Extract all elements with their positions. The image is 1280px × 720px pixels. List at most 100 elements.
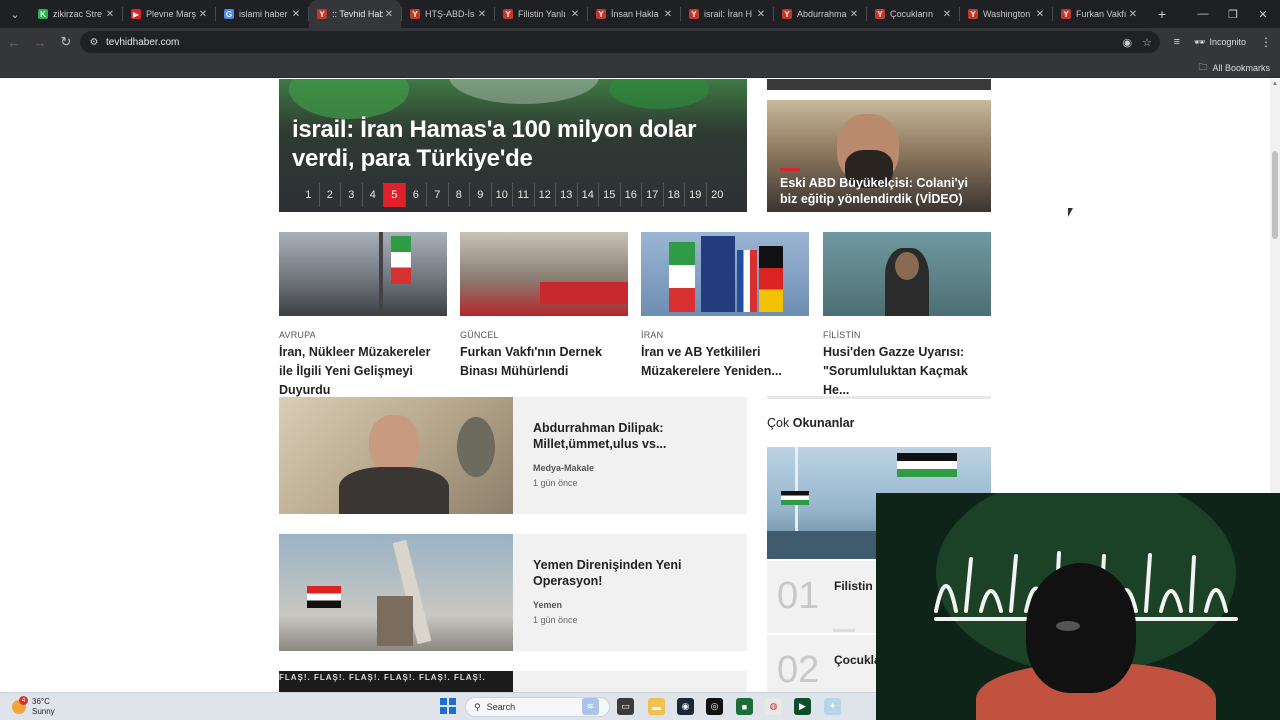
hero-slider[interactable]: israil: İran Hamas'a 100 milyon dolar ve… <box>279 79 747 212</box>
minimize-icon[interactable]: — <box>1186 0 1220 28</box>
article-title[interactable]: Husi'den Gazze Uyarısı: "Sorumluluktan K… <box>823 343 991 400</box>
pagination-item[interactable]: 6 <box>406 183 427 207</box>
address-bar[interactable]: ⚙ tevhidhaber.com ◉ ☆ <box>80 31 1160 53</box>
close-window-icon[interactable]: ✕ <box>1246 0 1280 28</box>
pagination-item[interactable]: 1 <box>298 183 320 207</box>
file-explorer-icon[interactable]: ▬ <box>648 698 665 715</box>
media-app-icon[interactable]: ▶ <box>794 698 811 715</box>
site-info-icon[interactable]: ⚙ <box>86 37 102 48</box>
tab-close-icon[interactable]: ✕ <box>569 9 581 20</box>
task-view-icon[interactable]: ▭ <box>617 698 634 715</box>
tab-close-icon[interactable]: ✕ <box>848 9 860 20</box>
menu-icon[interactable]: ⋮ <box>1260 35 1272 49</box>
tab-close-icon[interactable]: ✕ <box>197 9 209 20</box>
weather-widget[interactable]: 4 36°C Sunny <box>12 696 55 717</box>
reload-icon[interactable]: ↻ <box>54 30 78 54</box>
pagination-item[interactable]: 3 <box>341 183 363 207</box>
pagination-item[interactable]: 14 <box>578 183 599 207</box>
tab-search-icon[interactable]: ⌄ <box>4 3 26 25</box>
article-thumbnail[interactable] <box>279 534 513 651</box>
browser-tab[interactable]: Kzikirzac Stre ✕ <box>30 0 122 28</box>
side-featured-card[interactable]: Eski ABD Büyükelçisi: Colani'yi biz eğit… <box>767 100 991 212</box>
browser-tab[interactable]: Y HTŞ-ABD-İs ✕ <box>402 0 494 28</box>
grid-article[interactable]: FİLİSTİN Husi'den Gazze Uyarısı: "Soruml… <box>823 232 991 400</box>
new-tab-button[interactable]: + <box>1151 6 1173 22</box>
wide-article[interactable]: Yemen Direnişinden Yeni Operasyon! Yemen… <box>279 534 747 651</box>
tracking-protection-icon[interactable]: ◉ <box>1123 36 1133 49</box>
network-app-icon[interactable]: ✦ <box>824 698 841 715</box>
article-title[interactable]: Furkan Vakfı'nın Dernek Binası Mühürlend… <box>460 343 628 381</box>
start-button[interactable] <box>440 698 456 714</box>
pagination-item[interactable]: 20 <box>707 183 729 207</box>
scroll-up-icon[interactable]: ▲ <box>1272 81 1278 87</box>
tab-close-icon[interactable]: ✕ <box>941 9 953 20</box>
side-card-top[interactable] <box>767 79 991 90</box>
tab-search-list-icon[interactable]: ≡ <box>1174 36 1180 48</box>
tab-close-icon[interactable]: ✕ <box>104 9 116 20</box>
incognito-indicator[interactable]: 🕶 Incognito <box>1188 37 1252 48</box>
pagination-item[interactable]: 8 <box>449 183 470 207</box>
tab-close-icon[interactable]: ✕ <box>383 9 395 20</box>
grid-article[interactable]: AVRUPA İran, Nükleer Müzakereler ile İlg… <box>279 232 447 400</box>
article-category[interactable]: FİLİSTİN <box>823 330 991 340</box>
wide-article[interactable]: Abdurrahman Dilipak: Millet,ümmet,ulus v… <box>279 397 747 514</box>
tab-close-icon[interactable]: ✕ <box>1034 9 1046 20</box>
address-url[interactable]: tevhidhaber.com <box>106 37 179 48</box>
chrome-icon[interactable]: ◍ <box>765 698 782 715</box>
tab-close-icon[interactable]: ✕ <box>662 9 674 20</box>
pagination-item[interactable]: 5 <box>384 183 406 207</box>
browser-tab[interactable]: Yisrail: İran H ✕ <box>681 0 773 28</box>
tab-close-icon[interactable]: ✕ <box>755 9 767 20</box>
article-thumbnail[interactable] <box>823 232 991 316</box>
article-title[interactable]: Yemen Direnişinden Yeni Operasyon! <box>533 557 733 589</box>
browser-tab[interactable]: Y Filistin Yanlı ✕ <box>495 0 587 28</box>
browser-tab[interactable]: Y:: Tevhid Hab ✕ <box>309 0 401 28</box>
article-thumbnail[interactable] <box>641 232 809 316</box>
browser-tab[interactable]: Y İnsan Hakla ✕ <box>588 0 680 28</box>
grid-article[interactable]: GÜNCEL Furkan Vakfı'nın Dernek Binası Mü… <box>460 232 628 381</box>
pagination-item[interactable]: 4 <box>363 183 384 207</box>
pagination-item[interactable]: 19 <box>685 183 707 207</box>
article-category[interactable]: Medya-Makale <box>533 463 594 473</box>
browser-tab[interactable]: Y Furkan Vakfı ✕ <box>1053 0 1145 28</box>
obs-icon[interactable]: ◎ <box>706 698 723 715</box>
pagination-item[interactable]: 12 <box>535 183 556 207</box>
widget-icon[interactable]: ≋ <box>582 698 599 715</box>
article-category[interactable]: GÜNCEL <box>460 330 628 340</box>
hero-title[interactable]: israil: İran Hamas'a 100 milyon dolar ve… <box>292 115 732 173</box>
browser-tab[interactable]: Y Abdurrahma ✕ <box>774 0 866 28</box>
scrollbar-thumb[interactable] <box>1272 151 1278 239</box>
article-title[interactable]: İran ve AB Yetkilileri Müzakerelere Yeni… <box>641 343 809 381</box>
flash-banner-text-area[interactable] <box>513 671 747 692</box>
pagination-item[interactable]: 13 <box>556 183 578 207</box>
app-icon[interactable]: ■ <box>736 698 753 715</box>
pagination-item[interactable]: 17 <box>642 183 664 207</box>
pagination-item[interactable]: 9 <box>470 183 492 207</box>
browser-tab[interactable]: Gislami haber ✕ <box>216 0 308 28</box>
all-bookmarks-button[interactable]: 🗀 All Bookmarks <box>1198 60 1270 76</box>
article-title[interactable]: İran, Nükleer Müzakereler ile İlgili Yen… <box>279 343 447 400</box>
article-thumbnail[interactable] <box>279 397 513 514</box>
pagination-item[interactable]: 2 <box>320 183 341 207</box>
grid-article[interactable]: İRAN İran ve AB Yetkilileri Müzakerelere… <box>641 232 809 381</box>
article-title[interactable]: Abdurrahman Dilipak: Millet,ümmet,ulus v… <box>533 420 733 452</box>
article-thumbnail[interactable] <box>279 232 447 316</box>
forward-icon[interactable]: → <box>28 30 52 54</box>
article-category[interactable]: Yemen <box>533 600 562 610</box>
tab-close-icon[interactable]: ✕ <box>1127 9 1139 20</box>
browser-tab[interactable]: ▶ Plevne Marş ✕ <box>123 0 215 28</box>
pagination-item[interactable]: 7 <box>427 183 449 207</box>
tab-close-icon[interactable]: ✕ <box>476 9 488 20</box>
bookmark-star-icon[interactable]: ☆ <box>1142 36 1152 49</box>
browser-tab[interactable]: Y Çocukların ✕ <box>867 0 959 28</box>
flash-banner[interactable]: FLAŞ!. FLAŞ!. FLAŞ!. FLAŞ!. FLAŞ!. FLAŞ!… <box>279 671 513 692</box>
pagination-item[interactable]: 11 <box>513 183 535 207</box>
article-category[interactable]: AVRUPA <box>279 330 447 340</box>
pagination-item[interactable]: 15 <box>599 183 621 207</box>
browser-tab[interactable]: Y Washington ✕ <box>960 0 1052 28</box>
article-category[interactable]: İRAN <box>641 330 809 340</box>
back-icon[interactable]: ← <box>2 30 26 54</box>
pagination-item[interactable]: 18 <box>664 183 685 207</box>
maximize-icon[interactable]: ❐ <box>1216 0 1250 28</box>
article-thumbnail[interactable] <box>460 232 628 316</box>
